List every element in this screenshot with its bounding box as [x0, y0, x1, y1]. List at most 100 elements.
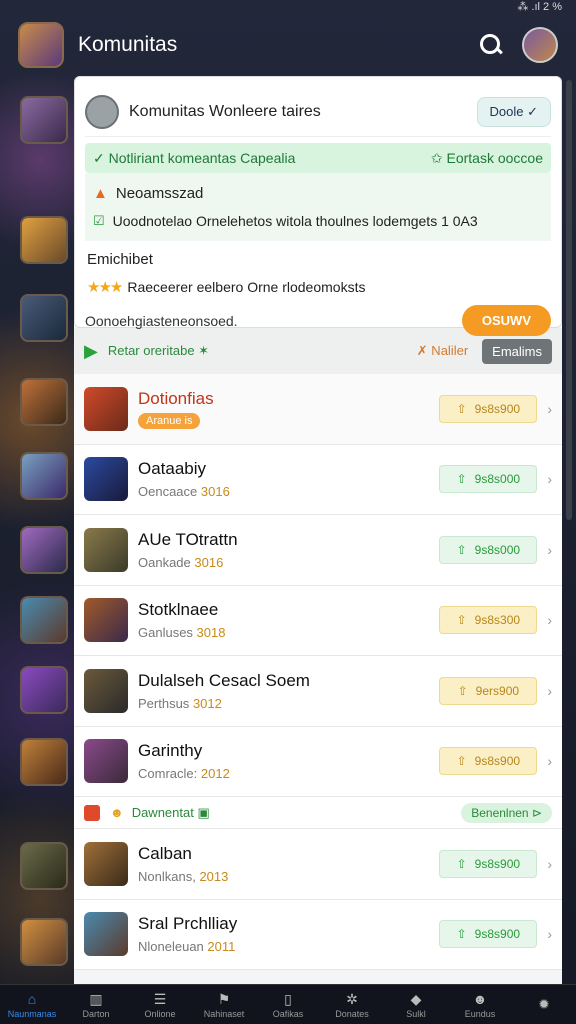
hero-avatar: [84, 527, 128, 572]
search-icon[interactable]: [476, 30, 506, 60]
list-item[interactable]: AUe TOtrattn Oankade 3016 ⇧ 9s8s000 ›: [74, 515, 562, 586]
notice-body: ▲ Neoamsszad ☑ Uoodnotelao Ornelehetos w…: [85, 173, 551, 241]
nav-item[interactable]: ▯ Oafikas: [258, 991, 318, 1019]
hero-thumb[interactable]: [20, 378, 68, 426]
card-footer-text: Oonoehgiasteneonsoed.: [85, 312, 238, 329]
section-filter[interactable]: ✗ Naliler: [417, 343, 468, 359]
hero-thumb[interactable]: [20, 666, 68, 714]
nav-item[interactable]: ☻ Eundus: [450, 991, 510, 1019]
score-badge[interactable]: ⇧ 9s8s900: [439, 747, 538, 776]
nav-item[interactable]: ✹: [514, 996, 574, 1014]
score-badge[interactable]: ⇧ 9s8s000: [439, 465, 538, 494]
avatar[interactable]: [522, 27, 558, 63]
alert-icon: [84, 804, 100, 821]
score-badge[interactable]: ⇧ 9ers900: [439, 676, 538, 705]
chevron-right-icon[interactable]: ›: [547, 542, 552, 558]
row-name: Garinthy: [138, 741, 203, 761]
bottom-nav: ⌂ Naunmanas ▥ Darton ☰ Onlione ⚑ Nahinaset ▯ Oafi…: [0, 984, 576, 1024]
chevron-right-icon[interactable]: ›: [547, 856, 552, 872]
chevron-right-icon[interactable]: ›: [547, 471, 552, 487]
row-sub: Oencaace 3016: [138, 484, 230, 500]
hero-thumb[interactable]: [20, 216, 68, 264]
nav-item[interactable]: ☰ Onlione: [130, 991, 190, 1019]
up-arrow-icon: ⇧: [456, 472, 467, 487]
notice-right[interactable]: ✩ Eortask ooccoe: [431, 150, 543, 167]
up-arrow-icon: ⇧: [456, 856, 467, 871]
notice-line-text: Uoodnotelao Ornelehetos witola thoulnes …: [112, 213, 478, 229]
chevron-right-icon[interactable]: ›: [547, 753, 552, 769]
nav-label: Oafikas: [272, 1008, 304, 1019]
chevron-right-icon[interactable]: ›: [547, 926, 552, 942]
score-value: 9s8s900: [474, 927, 521, 942]
score-badge[interactable]: ⇧ 9s8s900: [439, 920, 538, 949]
app-logo: [18, 22, 64, 68]
list-item[interactable]: Stotklnaee Ganluses 3018 ⇧ 9s8s300 ›: [74, 585, 562, 656]
row-text: AUe TOtrattn Oankade 3016: [138, 530, 439, 570]
chevron-right-icon[interactable]: ›: [547, 683, 552, 699]
chevron-right-icon[interactable]: ›: [547, 401, 552, 417]
row-sub: Nloneleuan 2011: [138, 939, 236, 955]
hero-list: Dotionfias Aranue is ⇧ 9s8s900 › Oataabiy Oenc…: [74, 374, 562, 797]
mini-bar-pill[interactable]: Benenlnen ⊳: [461, 802, 552, 823]
hero-avatar: [84, 739, 128, 784]
card-line: ★★★ Raeceerer eelbero Orne rlodeomoksts: [85, 273, 551, 301]
nav-item[interactable]: ✲ Donates: [322, 991, 382, 1019]
nav-item[interactable]: ⚑ Nahinaset: [194, 991, 254, 1019]
hero-thumb[interactable]: [20, 738, 68, 786]
row-name: Dotionfias: [138, 388, 214, 408]
row-name: Dulalseh Cesacl Soem: [138, 670, 310, 690]
notice-line: ☑ Uoodnotelao Ornelehetos witola thoulne…: [93, 207, 543, 235]
score-value: 9s8s300: [474, 613, 521, 628]
up-arrow-icon: ⇧: [456, 927, 467, 942]
avatar-icon: ✹: [538, 995, 550, 1012]
score-badge[interactable]: ⇧ 9s8s300: [439, 606, 538, 635]
scrollbar[interactable]: [566, 80, 572, 520]
row-text: Sral Prchlliay Nloneleuan 2011: [138, 914, 439, 954]
section-button[interactable]: Emalims: [482, 338, 552, 364]
hero-rail: [0, 76, 74, 986]
list-item[interactable]: Oataabiy Oencaace 3016 ⇧ 9s8s000 ›: [74, 444, 562, 515]
up-arrow-icon: ⇧: [457, 683, 468, 698]
card-action-button[interactable]: OSUWV: [461, 305, 551, 336]
chevron-right-icon[interactable]: ›: [547, 612, 552, 628]
fire-icon: ▲: [93, 184, 108, 202]
list-item[interactable]: Sral Prchlliay Nloneleuan 2011 ⇧ 9s8s900 ›: [74, 899, 562, 970]
hero-thumb[interactable]: [20, 918, 68, 966]
play-icon: ▶: [84, 340, 98, 361]
smile-icon: ☻: [110, 805, 124, 820]
hero-thumb[interactable]: [20, 526, 68, 574]
list-item[interactable]: Garinthy Comracle: 2012 ⇧ 9s8s900 ›: [74, 726, 562, 797]
list-item[interactable]: Dulalseh Cesacl Soem Perthsus 3012 ⇧ 9ers90…: [74, 656, 562, 727]
nav-label: Darton: [82, 1008, 110, 1019]
score-badge[interactable]: ⇧ 9s8s900: [439, 394, 538, 423]
list-item[interactable]: Dotionfias Aranue is ⇧ 9s8s900 ›: [74, 374, 562, 445]
score-badge[interactable]: ⇧ 9s8s900: [439, 849, 538, 878]
score-value: 9s8s900: [474, 754, 521, 769]
hero-list-2: Calban Nonlkans, 2013 ⇧ 9s8s900 › Sral Prchll…: [74, 829, 562, 970]
hero-thumb[interactable]: [20, 452, 68, 500]
list-item[interactable]: Calban Nonlkans, 2013 ⇧ 9s8s900 ›: [74, 829, 562, 900]
check-icon: ☑: [93, 213, 105, 228]
chart-icon: ▥: [89, 990, 103, 1007]
nav-item[interactable]: ⌂ Naunmanas: [2, 991, 62, 1019]
notice-banner: ✓ Notliriant komeantas Capealia ✩ Eortas…: [85, 143, 551, 173]
community-panel: Komunitas Wonleere taires Doole ✓ ✓ Notl…: [74, 76, 562, 984]
hero-thumb[interactable]: [20, 596, 68, 644]
hero-thumb[interactable]: [20, 842, 68, 890]
community-card: Komunitas Wonleere taires Doole ✓ ✓ Notl…: [74, 76, 562, 336]
card-footer: Oonoehgiasteneonsoed. OSUWV: [85, 305, 551, 336]
row-text: Dulalseh Cesacl Soem Perthsus 3012: [138, 671, 439, 711]
nav-label: Eundus: [464, 1008, 496, 1019]
done-button[interactable]: Doole ✓: [476, 96, 551, 127]
hero-avatar: [84, 386, 128, 431]
card-title: Komunitas Wonleere taires: [129, 102, 321, 120]
nav-item[interactable]: ◆ Sulkl: [386, 991, 446, 1019]
hero-thumb[interactable]: [20, 96, 68, 144]
hero-thumb[interactable]: [20, 294, 68, 342]
row-name: Oataabiy: [138, 459, 207, 479]
nav-item[interactable]: ▥ Darton: [66, 991, 126, 1019]
card-line-text: Raeceerer eelbero Orne rlodeomoksts: [127, 279, 366, 295]
row-sub: Oankade 3016: [138, 554, 224, 570]
card-header: Komunitas Wonleere taires Doole ✓: [85, 87, 551, 137]
score-badge[interactable]: ⇧ 9s8s000: [439, 535, 538, 564]
